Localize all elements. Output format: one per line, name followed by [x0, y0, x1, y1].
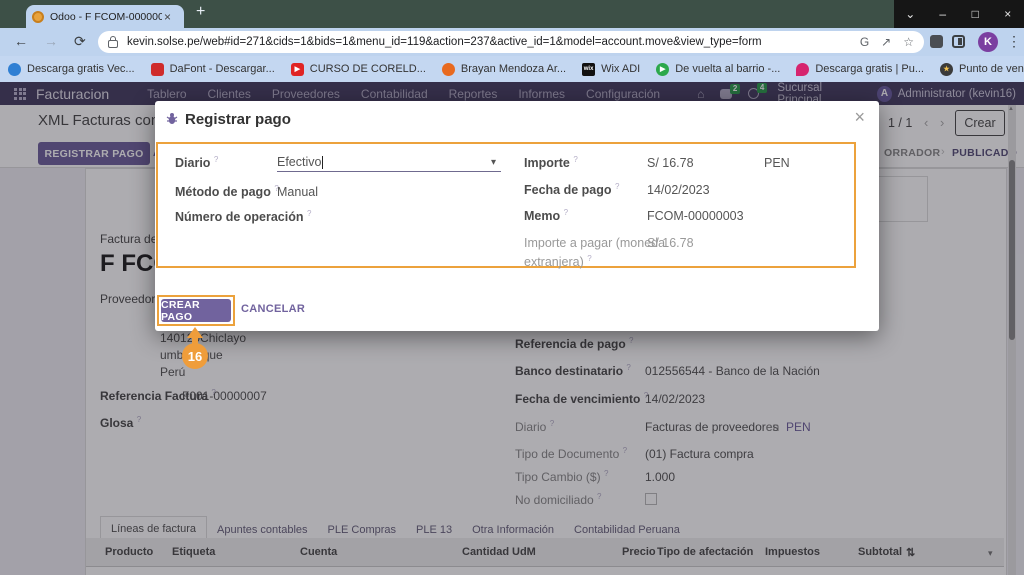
profile-avatar[interactable]: K: [978, 32, 998, 52]
payment-method-field[interactable]: Manual: [277, 185, 318, 199]
bookmark-item[interactable]: ★Punto de venta Ven...: [939, 62, 1024, 76]
extensions-icon[interactable]: [930, 35, 943, 48]
odoo-favicon-icon: [32, 10, 44, 23]
forward-icon[interactable]: →: [44, 33, 58, 49]
field-underline: [277, 171, 501, 172]
bookmark-item[interactable]: Brayan Mendoza Ar...: [441, 62, 566, 76]
memo-field[interactable]: FCOM-00000003: [647, 209, 744, 223]
browser-menu-icon[interactable]: ⋮: [1007, 33, 1021, 50]
screen: Odoo - F FCOM-00000003 (F001 × + ⌄ – □ ×…: [0, 0, 1024, 575]
bookmark-item[interactable]: ▶ De vuelta al barrio -...: [656, 62, 780, 76]
field-label: Número de operación ?: [175, 209, 312, 225]
address-bar[interactable]: kevin.solse.pe/web#id=271&cids=1&bids=1&…: [98, 31, 924, 53]
share-icon[interactable]: ↗: [881, 35, 891, 49]
star-badge-icon: ★: [939, 62, 953, 76]
bookmarks-bar: Descarga gratis Vec... DaFont - Descarga…: [0, 56, 1024, 82]
url-text[interactable]: kevin.solse.pe/web#id=271&cids=1&bids=1&…: [127, 36, 848, 48]
field-label: Método de pago ?: [175, 184, 279, 200]
cancel-button[interactable]: CANCELAR: [241, 303, 305, 315]
bookmark-item[interactable]: DaFont - Descargar...: [150, 62, 275, 76]
bookmark-item[interactable]: Descarga gratis Vec...: [8, 62, 135, 76]
play-icon: ▶: [656, 62, 670, 76]
lock-icon[interactable]: [108, 35, 118, 48]
payment-bug-icon: [166, 113, 178, 124]
register-payment-modal: Registrar pago × Diario ? Efectivo ▾ Mét…: [155, 101, 879, 331]
modal-title: Registrar pago: [185, 111, 291, 128]
modal-close-icon[interactable]: ×: [854, 107, 865, 128]
window-controls: ⌄ – □ ×: [894, 0, 1024, 28]
minimize-icon[interactable]: –: [927, 0, 960, 28]
field-label: Importe ?: [524, 155, 578, 171]
journal-field[interactable]: Efectivo: [277, 155, 324, 169]
text-cursor: [322, 156, 324, 169]
annotation-highlight-box: [156, 142, 856, 268]
bookmark-favicon-icon: [441, 62, 455, 76]
browser-tab-strip: Odoo - F FCOM-00000003 (F001 × + ⌄ – □ ×: [0, 0, 1024, 28]
field-label: Memo ?: [524, 208, 569, 224]
bookmark-item[interactable]: ▶ CURSO DE CORELD...: [290, 62, 426, 76]
bookmark-favicon-icon: [796, 62, 810, 76]
close-window-icon[interactable]: ×: [992, 0, 1024, 28]
bookmark-favicon-icon: [8, 62, 21, 76]
tab-search-icon[interactable]: ⌄: [894, 0, 927, 28]
bookmark-favicon-icon: [150, 62, 164, 76]
payment-date-field[interactable]: 14/02/2023: [647, 183, 710, 197]
translate-icon[interactable]: G: [860, 35, 869, 49]
bookmark-star-icon[interactable]: ☆: [903, 35, 914, 49]
currency-field[interactable]: PEN: [764, 156, 790, 170]
amount-foreign-field: S/ 16.78: [647, 236, 694, 250]
annotation-step-badge: 16: [182, 343, 208, 369]
reload-icon[interactable]: ⟳: [74, 33, 86, 50]
side-panel-icon[interactable]: [952, 35, 965, 48]
bookmark-item[interactable]: wix Wix ADI: [582, 62, 640, 76]
back-icon[interactable]: ←: [14, 33, 28, 49]
bookmark-item[interactable]: Descarga gratis | Pu...: [796, 62, 924, 76]
browser-toolbar: ← → ⟳ kevin.solse.pe/web#id=271&cids=1&b…: [0, 28, 1024, 56]
new-tab-button[interactable]: +: [196, 3, 205, 21]
maximize-icon[interactable]: □: [959, 0, 992, 28]
dropdown-caret-icon[interactable]: ▾: [491, 157, 496, 168]
create-payment-button[interactable]: CREAR PAGO: [161, 299, 231, 323]
browser-tab[interactable]: Odoo - F FCOM-00000003 (F001 ×: [26, 5, 184, 28]
tab-title: Odoo - F FCOM-00000003 (F001: [50, 10, 162, 23]
field-label: Diario ?: [175, 155, 219, 171]
youtube-icon: ▶: [290, 62, 304, 76]
field-label: Fecha de pago ?: [524, 182, 620, 198]
tab-close-icon[interactable]: ×: [164, 11, 171, 23]
wix-icon: wix: [582, 62, 596, 76]
amount-field[interactable]: S/ 16.78: [647, 156, 694, 170]
